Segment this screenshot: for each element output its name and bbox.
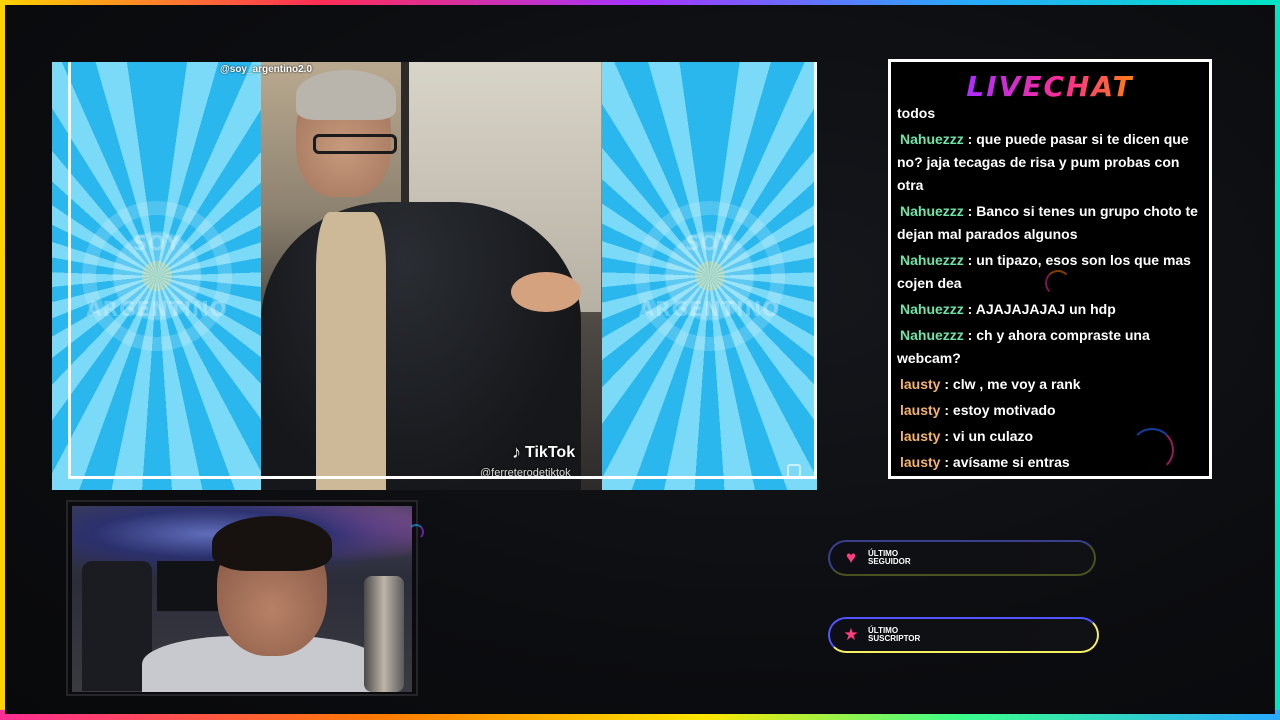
chat-separator: : — [940, 402, 953, 418]
chat-message: Nahuezzz : que puede pasar si te dicen q… — [897, 128, 1202, 197]
chat-separator: : — [940, 428, 953, 444]
chat-username[interactable]: Nahuezzz — [897, 203, 964, 219]
livechat-title: LIVECHAT — [891, 70, 1209, 103]
chat-text: vi un culazo — [952, 428, 1034, 444]
tiktok-clip[interactable] — [261, 62, 602, 490]
webcam-feed — [72, 506, 412, 692]
microphone — [364, 576, 404, 692]
latest-subscriber-line2: SUSCRIPTOR — [868, 634, 921, 643]
chat-separator: : — [963, 301, 976, 317]
chat-message: Nahuezzz : AJAJAJAJAJ un hdp — [897, 298, 1202, 321]
chat-message: lausty : estoy motivado — [897, 399, 1202, 422]
video-background-left: SOY ARGENTINO — [52, 62, 262, 490]
glow-ring — [1045, 270, 1071, 296]
chat-username[interactable]: Nahuezzz — [897, 327, 964, 343]
watermark-logo-right: SOY ARGENTINO — [634, 201, 785, 351]
hand — [511, 272, 581, 312]
chat-text: AJAJAJAJAJ un hdp — [975, 301, 1116, 317]
chat-username[interactable]: Nahuezzz — [897, 252, 964, 268]
chat-username[interactable]: Nahuezzz — [897, 131, 964, 147]
latest-follower-line2: SEGUIDOR — [868, 557, 911, 566]
star-icon: ★ — [843, 625, 859, 644]
watermark-bottom-text: ARGENTINO — [86, 297, 228, 321]
chat-separator: : — [940, 454, 953, 470]
fullscreen-icon[interactable] — [787, 464, 801, 478]
chat-message: Nahuezzz : ch y ahora compraste una webc… — [897, 324, 1202, 370]
webcam-frame — [66, 500, 418, 696]
chat-separator: : — [963, 203, 977, 219]
latest-subscriber-bar: ★ ÚLTIMO SUSCRIPTOR — [828, 617, 1099, 653]
chat-text: clw , me voy a rank — [952, 376, 1081, 392]
chat-username[interactable]: lausty — [897, 454, 940, 470]
latest-subscriber-label: ÚLTIMO SUSCRIPTOR — [868, 627, 920, 643]
person-shirt — [316, 212, 386, 490]
tiktok-icon: ♪ — [512, 442, 521, 462]
chat-message: Nahuezzz : Banco si tenes un grupo choto… — [897, 200, 1202, 246]
watermark-top-text: SOY — [132, 231, 182, 255]
main-video-panel: SOY ARGENTINO SOY ARGENTINO @soy_argenti… — [52, 62, 817, 490]
livechat-panel: LIVECHAT todos Nahuezzz : que puede pasa… — [888, 59, 1212, 479]
chat-continuation: todos — [897, 105, 936, 121]
chat-separator: : — [963, 327, 977, 343]
chat-separator: : — [963, 131, 977, 147]
chat-message: lausty : clw , me voy a rank — [897, 373, 1202, 396]
glow-ring — [408, 524, 424, 540]
chat-username[interactable]: lausty — [897, 428, 940, 444]
watermark-bottom-text: ARGENTINO — [638, 297, 781, 321]
latest-follower-label: ÚLTIMO SEGUIDOR — [868, 550, 911, 566]
latest-follower-bar: ♥ ÚLTIMO SEGUIDOR — [828, 540, 1096, 576]
sun-icon — [142, 261, 172, 291]
glasses — [313, 134, 397, 154]
watermark-logo: SOY ARGENTINO — [82, 201, 232, 351]
chat-text: estoy motivado — [952, 402, 1056, 418]
chat-separator: : — [963, 252, 977, 268]
chat-username[interactable]: lausty — [897, 402, 940, 418]
sun-icon — [694, 261, 725, 291]
tiktok-handle: @ferreterodetiktok — [480, 467, 571, 479]
person-hair — [296, 70, 396, 120]
glow-ring — [1130, 428, 1174, 472]
chat-separator: : — [940, 376, 953, 392]
watermark-top-text: SOY — [685, 231, 734, 255]
chat-username[interactable]: Nahuezzz — [897, 301, 964, 317]
tiktok-label: TikTok — [525, 443, 576, 461]
chat-text: avísame si entras — [952, 454, 1070, 470]
chat-username[interactable]: lausty — [897, 376, 940, 392]
tiktok-logo: ♪ TikTok — [512, 442, 575, 463]
video-background-right: SOY ARGENTINO — [602, 62, 817, 490]
heart-icon: ♥ — [845, 548, 857, 567]
clip-username: @soy_argentino2.0 — [220, 64, 313, 75]
streamer-hair — [212, 516, 332, 571]
